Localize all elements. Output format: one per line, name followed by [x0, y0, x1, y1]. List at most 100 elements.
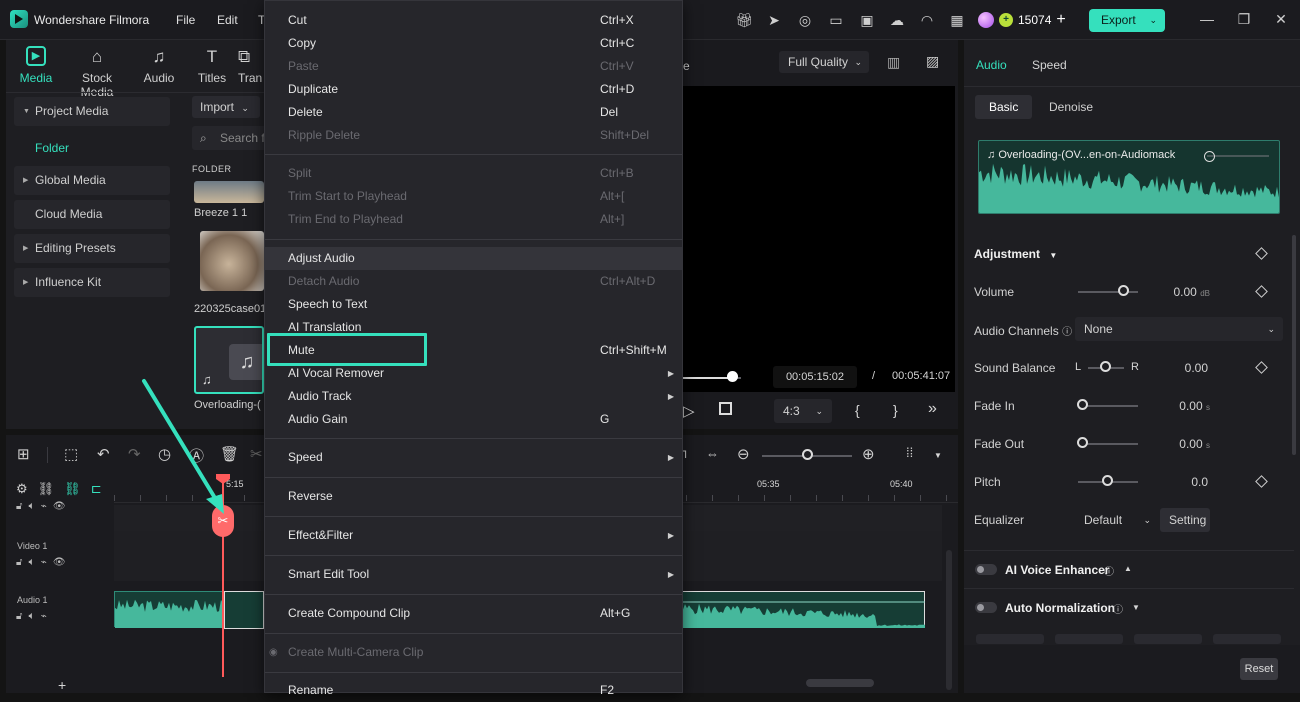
- volume-value[interactable]: 0.00 dB: [1154, 285, 1211, 299]
- apps-grid-icon[interactable]: ▦: [948, 11, 966, 29]
- ai-voice-enhancer-toggle[interactable]: [975, 564, 997, 575]
- menu-item-delete[interactable]: Delete Del: [265, 101, 682, 124]
- adjustment-heading[interactable]: Adjustment ▼: [974, 247, 1057, 261]
- normalization-preset-2[interactable]: [1055, 634, 1123, 644]
- track-controls-audio[interactable]: 🔓︎🔈︎⌁: [16, 611, 53, 622]
- close-icon[interactable]: ✕: [1273, 11, 1289, 28]
- menu-item-copy[interactable]: Copy Ctrl+C: [265, 32, 682, 55]
- tab-audio-props[interactable]: Audio: [976, 58, 1007, 72]
- equalizer-setting-button[interactable]: Setting: [1160, 508, 1210, 532]
- menu-item-ripple-delete[interactable]: Ripple Delete Shift+Del: [265, 124, 682, 147]
- mark-in-icon[interactable]: {: [855, 402, 860, 418]
- link-off-icon[interactable]: ⌁: [41, 501, 53, 512]
- undo-icon[interactable]: ↶: [97, 445, 110, 463]
- media-thumbnail-breeze[interactable]: [194, 181, 264, 203]
- select-tool-icon[interactable]: ⬚: [64, 445, 78, 463]
- menu-item-audio-gain[interactable]: Audio Gain G: [265, 408, 682, 431]
- maximize-icon[interactable]: ❐: [1236, 11, 1252, 28]
- audio-clip-right[interactable]: [683, 591, 925, 628]
- help-icon[interactable]: ⓘ: [1104, 563, 1114, 578]
- equalizer-dropdown[interactable]: Default ⌄: [1075, 508, 1157, 532]
- scissors-icon[interactable]: ✂: [250, 445, 263, 463]
- track-tools[interactable]: ⚙⛓⛓⊏: [16, 481, 112, 497]
- sidebar-item-cloud-media[interactable]: Cloud Media: [14, 200, 170, 229]
- reset-button[interactable]: Reset: [1240, 658, 1278, 680]
- speaker-icon[interactable]: 🔈︎: [28, 557, 40, 568]
- fade-out-knob[interactable]: [1077, 437, 1088, 448]
- tab-titles[interactable]: T Titles: [194, 46, 230, 85]
- speaker-icon[interactable]: 🔈︎: [28, 501, 40, 512]
- media-thumbnail-audio[interactable]: ♫ ♫: [194, 326, 264, 394]
- eye-icon[interactable]: 👁︎: [53, 501, 72, 512]
- import-button[interactable]: Import ⌄: [192, 96, 260, 118]
- lock-icon[interactable]: 🔓︎: [16, 611, 28, 622]
- tab-media[interactable]: ▶ Media: [16, 46, 56, 85]
- pitch-value[interactable]: 0.0: [1164, 475, 1208, 489]
- zoom-out-icon[interactable]: ⊖: [737, 445, 750, 463]
- menu-item-speech-to-text[interactable]: Speech to Text: [265, 293, 682, 316]
- menu-item-duplicate[interactable]: Duplicate Ctrl+D: [265, 78, 682, 101]
- sidebar-item-global-media[interactable]: ▶ Global Media: [14, 166, 170, 195]
- fade-in-value[interactable]: 0.00 s: [1154, 399, 1210, 413]
- fade-in-knob[interactable]: [1077, 399, 1088, 410]
- menu-item-detach-audio[interactable]: Detach Audio Ctrl+Alt+D: [265, 270, 682, 293]
- clip-volume-knob[interactable]: [1204, 151, 1215, 162]
- subtab-basic[interactable]: Basic: [975, 95, 1033, 119]
- avatar[interactable]: [978, 12, 994, 28]
- sidebar-item-influence-kit[interactable]: ▶ Influence Kit: [14, 268, 170, 297]
- speed-ramp-icon[interactable]: ◷: [158, 445, 171, 463]
- current-time[interactable]: 00:05:15:02: [773, 366, 857, 388]
- audio-channels-dropdown[interactable]: None ⌄: [1075, 317, 1283, 341]
- tab-speed[interactable]: Speed: [1032, 58, 1067, 72]
- gift-icon[interactable]: 🎁︎: [735, 11, 753, 29]
- aspect-ratio-dropdown[interactable]: 4:3 ⌄: [774, 399, 832, 423]
- chevron-down-icon[interactable]: ⌄: [1149, 9, 1157, 32]
- quality-dropdown[interactable]: Full Quality ⌄: [779, 51, 869, 73]
- menu-edit[interactable]: Edit: [217, 13, 238, 27]
- fade-out-value[interactable]: 0.00 s: [1154, 437, 1210, 451]
- link-off-icon[interactable]: ⌁: [41, 557, 53, 568]
- help-icon[interactable]: ⓘ: [1113, 601, 1123, 616]
- zoom-in-icon[interactable]: ⊕: [862, 445, 875, 463]
- timeline-h-scrollbar[interactable]: [806, 679, 874, 687]
- menu-item-smart-edit-tool[interactable]: Smart Edit Tool ▶: [265, 563, 682, 586]
- audio-clip-left[interactable]: [114, 591, 225, 628]
- menu-item-trim-start[interactable]: Trim Start to Playhead Alt+[: [265, 185, 682, 208]
- timeline-v-scrollbar[interactable]: [946, 550, 952, 690]
- add-track-icon[interactable]: +: [58, 677, 66, 693]
- keyframe-diamond-icon[interactable]: [1255, 475, 1268, 488]
- send-icon[interactable]: ➤: [765, 11, 783, 29]
- normalization-preset-1[interactable]: [976, 634, 1044, 644]
- normalization-preset-4[interactable]: [1213, 634, 1281, 644]
- delete-icon[interactable]: 🗑︎: [220, 445, 239, 463]
- more-options-icon[interactable]: »: [928, 400, 937, 418]
- auto-normalization-toggle[interactable]: [975, 602, 997, 613]
- menu-item-split[interactable]: Split Ctrl+B: [265, 162, 682, 185]
- keyframe-diamond-icon[interactable]: [1255, 247, 1268, 260]
- gear-icon[interactable]: ⚙: [16, 481, 38, 496]
- eye-icon[interactable]: 👁︎: [53, 557, 72, 568]
- mark-out-icon[interactable]: }: [893, 402, 898, 418]
- audio-clip-selected[interactable]: [224, 591, 264, 629]
- volume-slider[interactable]: [1078, 291, 1138, 293]
- export-button[interactable]: Export ⌄: [1089, 9, 1165, 32]
- link-off-icon[interactable]: ⌁: [41, 611, 53, 622]
- tab-audio[interactable]: ♫ Audio: [140, 46, 178, 85]
- volume-knob[interactable]: [1118, 285, 1129, 296]
- menu-item-speed[interactable]: Speed ▶: [265, 446, 682, 469]
- layout-icon[interactable]: ▭: [827, 11, 845, 29]
- credits-display[interactable]: + 15074 +: [978, 10, 1066, 30]
- unlink-icon[interactable]: ⛓: [38, 481, 65, 496]
- balance-knob[interactable]: [1100, 361, 1111, 372]
- track-controls-top[interactable]: 🔓︎🔈︎⌁👁︎: [16, 501, 72, 512]
- compare-view-icon[interactable]: ▥: [887, 54, 900, 71]
- chevron-down-icon[interactable]: ▼: [934, 451, 942, 460]
- snapshot-icon[interactable]: ▨: [926, 53, 939, 70]
- keyframe-diamond-icon[interactable]: [1255, 285, 1268, 298]
- normalization-preset-3[interactable]: [1134, 634, 1202, 644]
- menu-item-effect-filter[interactable]: Effect&Filter ▶: [265, 524, 682, 547]
- magnet-icon[interactable]: ⊏: [91, 481, 112, 496]
- pitch-knob[interactable]: [1102, 475, 1113, 486]
- cloud-upload-icon[interactable]: ☁: [888, 11, 906, 29]
- link-icon[interactable]: ⛓: [64, 481, 91, 496]
